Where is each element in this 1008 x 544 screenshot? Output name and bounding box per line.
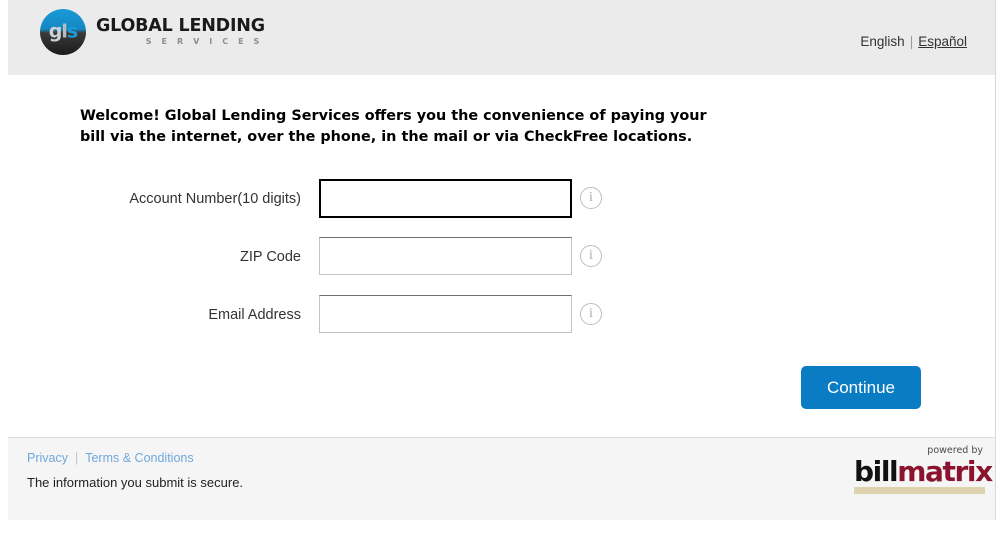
gls-emblem-icon: gls bbox=[40, 9, 86, 55]
global-lending-logo: gls GLOBAL LENDING S E R V I C E S bbox=[40, 4, 265, 60]
security-notice: The information you submit is secure. bbox=[27, 475, 244, 490]
gls-emblem-letters: gls bbox=[48, 20, 78, 43]
field-row-zip-code: ZIP Code i bbox=[8, 237, 995, 295]
billmatrix-matrix: matrix bbox=[897, 454, 993, 488]
field-row-email-address: Email Address i bbox=[8, 295, 995, 353]
brand-wordmark: GLOBAL LENDING S E R V I C E S bbox=[96, 15, 265, 47]
main-content: Welcome! Global Lending Services offers … bbox=[8, 75, 995, 437]
terms-and-conditions-link[interactable]: Terms & Conditions bbox=[85, 451, 193, 465]
billmatrix-wordmark: billmatrix bbox=[854, 454, 993, 488]
account-number-label: Account Number(10 digits) bbox=[129, 191, 301, 207]
field-row-account-number: Account Number(10 digits) i bbox=[8, 179, 995, 237]
brand-title: GLOBAL LENDING bbox=[96, 15, 265, 36]
info-icon-zip-code[interactable]: i bbox=[580, 245, 602, 267]
language-spanish-link[interactable]: Español bbox=[918, 34, 967, 49]
email-address-input[interactable] bbox=[319, 295, 572, 333]
page-header: gls GLOBAL LENDING S E R V I C E S Engli… bbox=[8, 0, 995, 75]
payment-lookup-form: Account Number(10 digits) i ZIP Code i E… bbox=[8, 179, 995, 353]
continue-button[interactable]: Continue bbox=[800, 366, 921, 409]
billmatrix-bill: bill bbox=[854, 454, 899, 488]
info-icon-email-address[interactable]: i bbox=[580, 303, 602, 325]
language-english[interactable]: English bbox=[860, 34, 904, 49]
welcome-message: Welcome! Global Lending Services offers … bbox=[80, 108, 707, 145]
billmatrix-logo: powered by billmatrix bbox=[854, 446, 993, 494]
language-separator: | bbox=[909, 34, 914, 49]
continue-button-wrapper: Continue bbox=[800, 366, 921, 409]
privacy-link[interactable]: Privacy bbox=[27, 451, 68, 465]
email-address-label: Email Address bbox=[208, 307, 301, 323]
account-number-input[interactable] bbox=[319, 179, 572, 218]
info-icon-account-number[interactable]: i bbox=[580, 187, 602, 209]
zip-code-input[interactable] bbox=[319, 237, 572, 275]
language-selector: English | Español bbox=[860, 34, 967, 49]
page-card: gls GLOBAL LENDING S E R V I C E S Engli… bbox=[8, 0, 996, 520]
brand-subtitle: S E R V I C E S bbox=[145, 37, 263, 47]
page-footer: Privacy | Terms & Conditions The informati… bbox=[8, 437, 995, 520]
footer-link-separator: | bbox=[74, 451, 79, 465]
footer-links: Privacy | Terms & Conditions bbox=[27, 451, 194, 465]
billmatrix-underbar bbox=[854, 486, 985, 494]
zip-code-label: ZIP Code bbox=[240, 249, 301, 265]
